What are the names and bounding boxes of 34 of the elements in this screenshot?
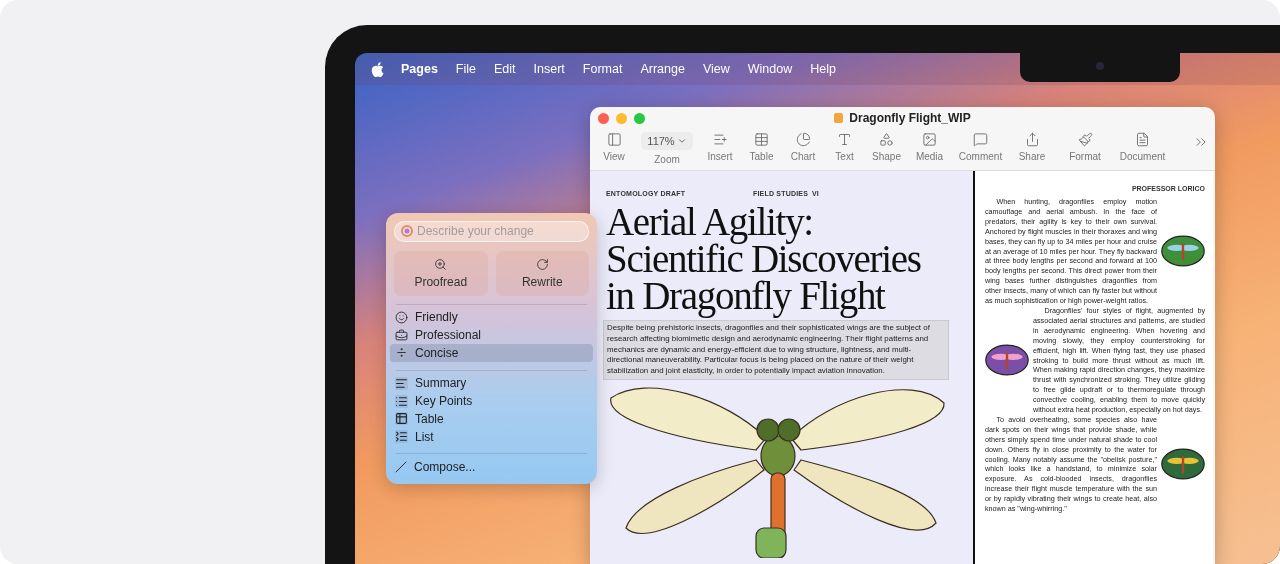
format-option[interactable]: List [390,427,593,446]
menu-item[interactable]: Insert [524,62,574,76]
toolbar-button[interactable]: Share [1009,132,1055,162]
format-option[interactable]: Key Points [390,392,593,410]
toolbar-button[interactable]: View [594,132,634,162]
toolbar-button[interactable]: Format [1055,132,1115,162]
toolbar-button[interactable]: Chart [783,132,823,162]
writing-action-button[interactable]: Rewrite [495,250,589,296]
toolbar-button[interactable]: 117% Zoom [634,132,700,165]
menu-item[interactable]: Edit [485,62,525,76]
tone-option[interactable]: Professional [390,326,593,344]
toolbar-button[interactable]: Media [907,132,952,162]
menu-item[interactable]: Arrange [631,62,694,76]
menu-item[interactable]: Help [801,62,845,76]
menu-item[interactable]: File [446,62,485,76]
compose-option[interactable]: Compose... [390,458,593,477]
app-menu[interactable]: Pages [392,62,447,76]
format-option[interactable]: Summary [390,374,593,393]
format-option[interactable]: Table [390,410,593,428]
describe-change-field[interactable]: Describe your change [394,221,589,242]
toolbar-button[interactable]: Shape [866,132,907,162]
tone-option[interactable]: Concise [390,343,593,362]
writing-action-button[interactable]: Proofread [394,250,488,296]
toolbar-button[interactable]: Insert [700,132,740,162]
toolbar-button[interactable]: Table [740,132,783,162]
zoom-field[interactable]: 117% [641,132,693,150]
menu-item[interactable]: Window [738,62,802,76]
window-title: Dragonfly Flight_WIP [849,111,971,125]
toolbar-button[interactable]: Comment [952,132,1009,162]
toolbar-button[interactable]: Text [823,132,866,162]
menu-item[interactable]: View [693,62,739,76]
toolbar-button[interactable]: Document [1115,132,1170,162]
tone-option[interactable]: Friendly [390,308,593,327]
menu-item[interactable]: Format [573,62,632,76]
